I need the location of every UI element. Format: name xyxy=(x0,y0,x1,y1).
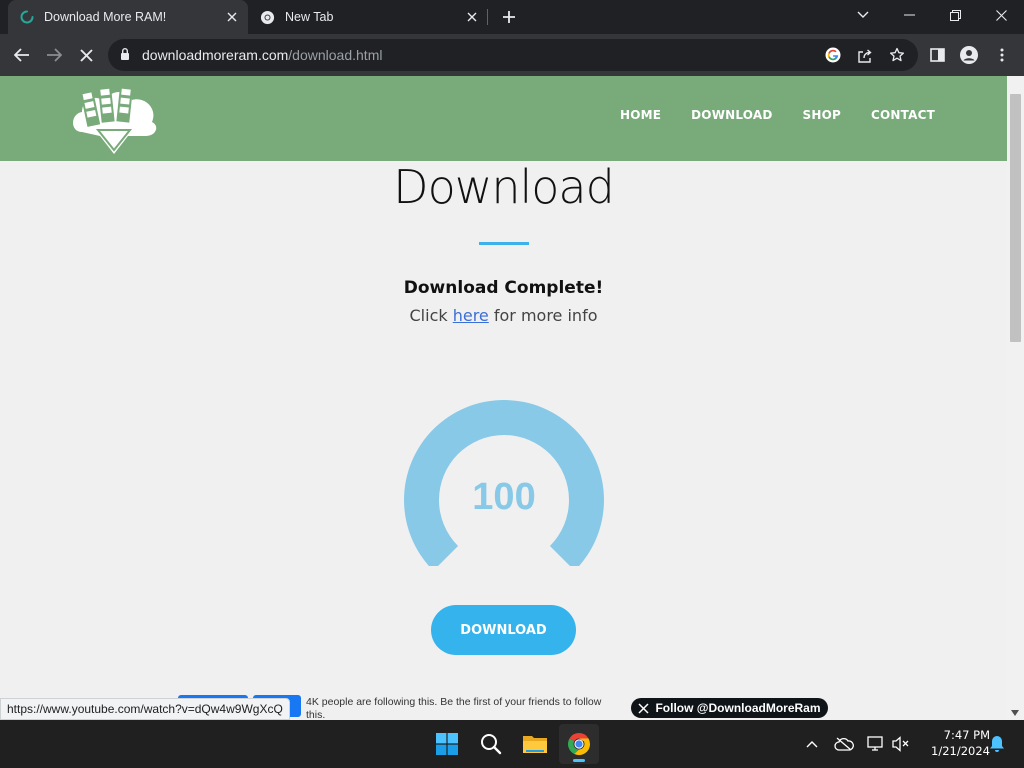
restore-icon xyxy=(949,9,961,21)
share-icon xyxy=(858,48,872,63)
taskbar-clock[interactable]: 7:47 PM 1/21/2024 xyxy=(918,727,990,759)
onedrive-tray-button[interactable] xyxy=(832,732,856,756)
info-suffix: for more info xyxy=(488,306,598,325)
close-tab-icon[interactable] xyxy=(462,7,482,27)
x-logo-icon xyxy=(638,702,649,714)
download-complete-heading: Download Complete! xyxy=(403,278,604,298)
close-icon xyxy=(995,9,1007,21)
volume-tray-button[interactable] xyxy=(889,732,913,756)
tab-search-button[interactable] xyxy=(840,0,886,30)
clock-date: 1/21/2024 xyxy=(931,744,990,758)
google-icon xyxy=(825,47,841,63)
network-tray-button[interactable] xyxy=(864,732,888,756)
title-divider xyxy=(479,242,529,245)
tab-title: New Tab xyxy=(285,10,334,24)
facebook-followers-text: 4K people are following this. Be the fir… xyxy=(306,696,602,720)
twitter-follow-button[interactable]: Follow @DownloadMoreRam xyxy=(631,698,828,718)
more-info-link[interactable]: here xyxy=(453,306,489,325)
minimize-icon xyxy=(903,14,915,16)
lock-icon[interactable] xyxy=(120,47,130,61)
new-tab-button[interactable] xyxy=(498,6,520,28)
page-viewport: HOME DOWNLOAD SHOP CONTACT Download Down… xyxy=(0,76,1007,720)
start-icon xyxy=(436,733,458,755)
bookmark-button[interactable] xyxy=(886,44,908,66)
forward-button[interactable] xyxy=(41,42,67,68)
info-prefix: Click xyxy=(409,306,453,325)
file-explorer-button[interactable] xyxy=(515,724,555,764)
chrome-icon xyxy=(567,733,591,756)
ram-download-logo-icon[interactable] xyxy=(68,80,160,158)
chevron-down-icon xyxy=(857,11,869,18)
start-button[interactable] xyxy=(427,724,467,764)
arrow-left-icon xyxy=(14,48,29,62)
tab-new-tab[interactable]: New Tab xyxy=(252,0,488,34)
chrome-menu-button[interactable] xyxy=(989,42,1015,68)
close-window-button[interactable] xyxy=(978,0,1024,30)
browser-titlebar: Download More RAM! New Tab xyxy=(0,0,1024,34)
share-button[interactable] xyxy=(854,44,876,66)
more-vert-icon xyxy=(1000,48,1004,62)
stop-loading-button[interactable] xyxy=(73,42,99,68)
star-icon xyxy=(889,47,905,62)
tab-download-more-ram[interactable]: Download More RAM! xyxy=(8,0,248,34)
main-nav: HOME DOWNLOAD SHOP CONTACT xyxy=(620,108,935,122)
nav-home[interactable]: HOME xyxy=(620,108,661,122)
nav-shop[interactable]: SHOP xyxy=(803,108,841,122)
gauge-value: 100 xyxy=(472,476,536,518)
twitter-follow-label: Follow @DownloadMoreRam xyxy=(655,701,821,715)
page-title: Download xyxy=(393,160,615,214)
tab-separator xyxy=(487,9,488,25)
minimize-button[interactable] xyxy=(886,0,932,30)
active-app-indicator xyxy=(573,759,585,762)
volume-muted-icon xyxy=(892,736,909,752)
url-text[interactable]: downloadmoreram.com/download.html xyxy=(142,47,382,63)
tab-title: Download More RAM! xyxy=(44,10,167,24)
onedrive-offline-icon xyxy=(834,737,854,751)
close-icon xyxy=(79,48,93,62)
arrow-right-icon xyxy=(47,48,62,62)
restore-button[interactable] xyxy=(932,0,978,30)
plus-icon xyxy=(503,11,515,23)
avatar-icon xyxy=(960,46,978,64)
close-tab-icon[interactable] xyxy=(222,7,242,27)
page-scrollbar[interactable] xyxy=(1007,76,1024,720)
show-hidden-icons-button[interactable] xyxy=(800,732,824,756)
side-panel-button[interactable] xyxy=(924,42,950,68)
nav-contact[interactable]: CONTACT xyxy=(871,108,935,122)
clock-time: 7:47 PM xyxy=(943,728,990,742)
site-header: HOME DOWNLOAD SHOP CONTACT xyxy=(0,76,1007,161)
scroll-down-arrow-icon[interactable] xyxy=(1011,710,1019,716)
google-lens-button[interactable] xyxy=(822,44,844,66)
back-button[interactable] xyxy=(9,42,35,68)
browser-toolbar: downloadmoreram.com/download.html xyxy=(0,34,1024,76)
profile-button[interactable] xyxy=(956,42,982,68)
more-info-line: Click here for more info xyxy=(0,306,1007,325)
url-domain: downloadmoreram.com xyxy=(142,47,289,63)
network-icon xyxy=(867,736,883,751)
file-explorer-icon xyxy=(523,736,547,753)
windows-taskbar: 7:47 PM 1/21/2024 xyxy=(0,720,1024,768)
bell-icon xyxy=(990,736,1004,752)
side-panel-icon xyxy=(929,48,945,62)
nav-download[interactable]: DOWNLOAD xyxy=(691,108,772,122)
chevron-up-icon xyxy=(806,741,818,748)
search-icon xyxy=(481,734,502,755)
chrome-icon xyxy=(260,10,275,24)
url-path: /download.html xyxy=(288,47,383,63)
notification-center-button[interactable] xyxy=(985,732,1009,756)
scrollbar-thumb[interactable] xyxy=(1010,94,1021,342)
chrome-taskbar-button[interactable] xyxy=(559,724,599,764)
link-status-bubble: https://www.youtube.com/watch?v=dQw4w9Wg… xyxy=(0,698,290,720)
download-button[interactable]: DOWNLOAD xyxy=(431,605,576,655)
address-bar[interactable]: downloadmoreram.com/download.html xyxy=(108,39,918,71)
taskbar-search-button[interactable] xyxy=(471,724,511,764)
loading-spinner-icon xyxy=(20,10,34,24)
